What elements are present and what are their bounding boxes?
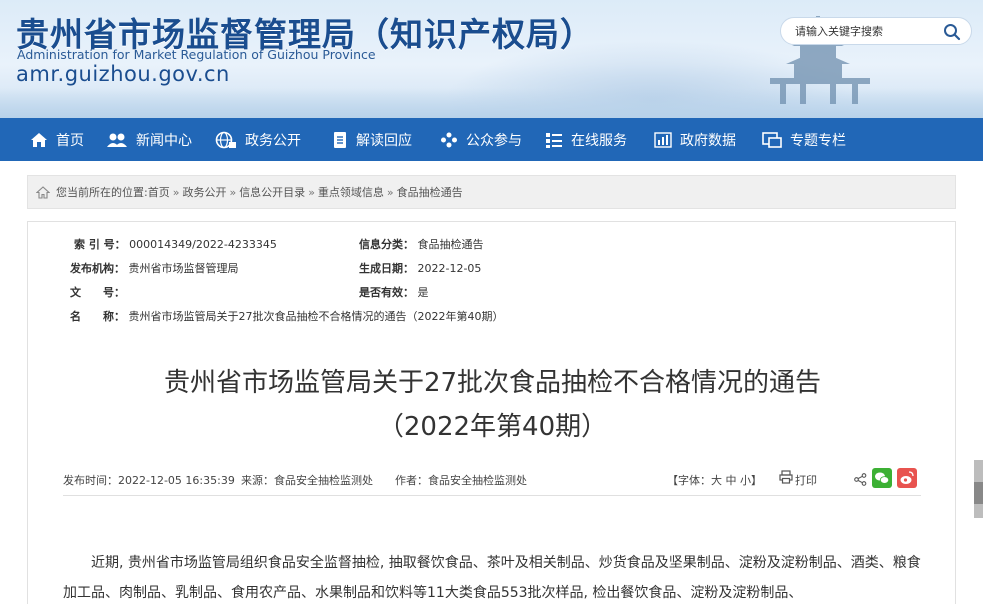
globe-icon <box>215 131 236 148</box>
article-body-paragraph: 近期, 贵州省市场监管局组织食品安全监督抽检, 抽取餐饮食品、茶叶及相关制品、炒… <box>63 555 921 601</box>
meta-name: 名 称： 贵州省市场监管局关于27批次食品抽检不合格情况的通告（2022年第40… <box>70 308 504 324</box>
breadcrumb-link-key-areas[interactable]: 重点领域信息 <box>318 184 384 200</box>
meta-index-label: 索 引 号： <box>74 238 126 251</box>
nav-item-label: 专题专栏 <box>790 132 846 149</box>
nav-item-special-topics[interactable]: 专题专栏 <box>762 118 846 161</box>
nav-item-label: 解读回应 <box>356 132 412 149</box>
article-title-issue: （2022年第40期） <box>377 412 608 442</box>
article-title: 贵州省市场监管局关于27批次食品抽检不合格情况的通告 <box>163 368 822 398</box>
nav-item-label: 政府数据 <box>680 132 736 149</box>
meta-valid-label: 是否有效： <box>359 286 414 299</box>
home-icon <box>36 185 50 199</box>
meta-date-value: 2022-12-05 <box>417 262 482 275</box>
wechat-icon[interactable] <box>872 468 892 488</box>
nav-item-label: 首页 <box>56 132 84 149</box>
breadcrumb-link-food-inspection[interactable]: 食品抽检通告 <box>397 184 463 200</box>
share-icon[interactable] <box>854 473 867 486</box>
document-icon <box>334 131 346 148</box>
meta-valid-value: 是 <box>417 286 429 299</box>
meta-category-value: 食品抽检通告 <box>417 238 484 251</box>
site-title-english: Administration for Market Regulation of … <box>17 47 376 62</box>
breadcrumb-separator: » <box>229 185 237 199</box>
nav-item-label: 政务公开 <box>245 132 301 149</box>
breadcrumb-link-home[interactable]: 首页 <box>148 184 170 200</box>
publish-time: 发布时间：2022-12-05 16:35:39 <box>63 474 235 487</box>
site-url: amr.guizhou.gov.cn <box>16 62 230 86</box>
meta-org-label: 发布机构： <box>70 262 125 275</box>
search-icon[interactable] <box>943 23 961 41</box>
meta-name-value: 贵州省市场监管局关于27批次食品抽检不合格情况的通告（2022年第40期） <box>128 310 504 323</box>
breadcrumb-separator: » <box>386 185 394 199</box>
nav-item-label: 在线服务 <box>571 132 627 149</box>
meta-org-value: 贵州省市场监督管理局 <box>128 262 239 275</box>
nav-item-gov-data[interactable]: 政府数据 <box>654 118 736 161</box>
font-size-control[interactable]: 【字体：大 中 小】 <box>667 472 762 488</box>
search-box <box>780 17 972 45</box>
print-icon[interactable] <box>779 470 793 484</box>
meta-name-label: 名 称： <box>70 310 125 323</box>
nav-item-gov-affairs[interactable]: 政务公开 <box>215 118 301 161</box>
side-float-tab[interactable] <box>974 460 983 518</box>
nav-item-interpretation[interactable]: 解读回应 <box>332 118 412 161</box>
users-icon <box>441 132 457 147</box>
search-input[interactable] <box>795 22 945 41</box>
meta-docno: 文 号： <box>70 284 125 300</box>
meta-index-value: 000014349/2022-4233345 <box>129 238 277 251</box>
site-header: 贵州省市场监督管理局（知识产权局） Administration for Mar… <box>0 0 983 118</box>
breadcrumb-prefix: 您当前所在的位置: <box>56 186 148 199</box>
main-nav: 首页 新闻中心 政务公开 解读回应 公众参与 在线服务 政府数据 专题专栏 <box>0 118 983 161</box>
meta-category-label: 信息分类： <box>359 238 414 251</box>
breadcrumb-separator: » <box>172 185 180 199</box>
nav-item-label: 新闻中心 <box>136 132 192 149</box>
nav-item-online-service[interactable]: 在线服务 <box>545 118 627 161</box>
meta-date: 生成日期： 2022-12-05 <box>359 260 481 276</box>
nav-item-participation[interactable]: 公众参与 <box>440 118 522 161</box>
home-icon <box>31 132 47 147</box>
meta-index: 索 引 号： 000014349/2022-4233345 <box>74 236 277 252</box>
nav-item-home[interactable]: 首页 <box>30 118 84 161</box>
meta-docno-label: 文 号： <box>70 286 125 299</box>
meta-valid: 是否有效： 是 <box>359 284 429 300</box>
nav-item-label: 公众参与 <box>466 132 522 149</box>
article-author: 作者：食品安全抽检监测处 <box>395 474 527 487</box>
weibo-icon[interactable] <box>897 468 917 488</box>
article-source: 来源：食品安全抽检监测处 <box>241 474 373 487</box>
people-icon <box>107 133 127 147</box>
chart-icon <box>654 131 672 148</box>
meta-category: 信息分类： 食品抽检通告 <box>359 236 484 252</box>
breadcrumb-link-info-catalog[interactable]: 信息公开目录 <box>239 184 305 200</box>
print-button[interactable]: 打印 <box>795 472 817 488</box>
article-info-bar: 发布时间：2022-12-05 16:35:39 来源：食品安全抽检监测处 作者… <box>63 466 921 496</box>
breadcrumb-link-gov-affairs[interactable]: 政务公开 <box>182 184 226 200</box>
article-container: 索 引 号： 000014349/2022-4233345 信息分类： 食品抽检… <box>27 221 956 604</box>
breadcrumb-separator: » <box>308 185 315 199</box>
breadcrumb: 您当前所在的位置: 首页 » 政务公开 » 信息公开目录 » 重点领域信息 » … <box>27 175 956 209</box>
list-icon <box>546 132 562 148</box>
meta-org: 发布机构： 贵州省市场监督管理局 <box>70 260 239 276</box>
meta-date-label: 生成日期： <box>359 262 414 275</box>
window-icon <box>762 131 782 148</box>
nav-item-news[interactable]: 新闻中心 <box>106 118 192 161</box>
